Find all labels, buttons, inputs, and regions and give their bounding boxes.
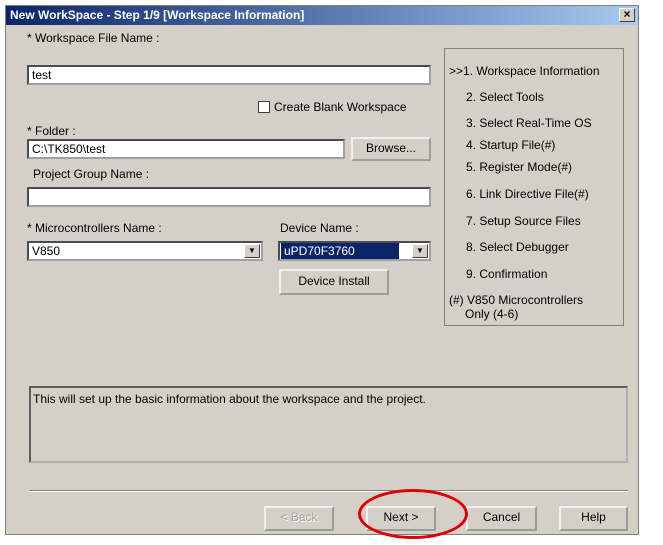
step-item: 4. Startup File(#): [466, 138, 556, 152]
folder-input[interactable]: C:\TK850\test: [27, 139, 345, 159]
chevron-down-icon[interactable]: ▼: [244, 244, 260, 258]
microcontrollers-name-select[interactable]: V850 ▼: [27, 241, 263, 261]
step-item: 5. Register Mode(#): [466, 160, 573, 174]
description-box: This will set up the basic information a…: [29, 386, 628, 463]
device-name-value: uPD70F3760: [281, 243, 399, 259]
cancel-button[interactable]: Cancel: [466, 506, 537, 531]
back-button[interactable]: < Back: [264, 506, 334, 531]
title-bar: New WorkSpace - Step 1/9 [Workspace Info…: [6, 6, 638, 25]
microcontrollers-name-label: * Microcontrollers Name :: [27, 221, 162, 235]
step-item: 3. Select Real-Time OS: [466, 116, 592, 130]
steps-panel: >>1. Workspace Information 2. Select Too…: [444, 48, 624, 326]
step-item: 8. Select Debugger: [466, 240, 569, 254]
workspace-file-name-label: * Workspace File Name :: [27, 31, 160, 45]
workspace-file-name-input[interactable]: test: [27, 65, 431, 85]
step-item: 7. Setup Source Files: [466, 214, 581, 228]
step-item: >>1. Workspace Information: [449, 64, 600, 78]
create-blank-workspace-checkbox[interactable]: [258, 101, 270, 113]
project-group-name-input[interactable]: [27, 187, 431, 207]
step-item: 2. Select Tools: [466, 90, 544, 104]
steps-note-line2: Only (4-6): [465, 307, 519, 321]
separator: [29, 490, 628, 492]
next-button[interactable]: Next >: [366, 506, 436, 531]
steps-note-line1: (#) V850 Microcontrollers: [449, 293, 584, 307]
step-item: 9. Confirmation: [466, 267, 548, 281]
step-item: 6. Link Directive File(#): [466, 187, 589, 201]
new-workspace-dialog: New WorkSpace - Step 1/9 [Workspace Info…: [5, 5, 639, 539]
browse-button[interactable]: Browse...: [351, 137, 431, 161]
folder-label: * Folder :: [27, 124, 76, 138]
chevron-down-icon[interactable]: ▼: [412, 244, 428, 258]
device-name-label: Device Name :: [280, 221, 359, 235]
microcontrollers-name-value: V850: [32, 244, 61, 258]
create-blank-workspace-label: Create Blank Workspace: [274, 100, 407, 114]
device-name-select[interactable]: uPD70F3760 ▼: [278, 241, 431, 261]
device-install-button[interactable]: Device Install: [279, 269, 389, 295]
project-group-name-label: Project Group Name :: [33, 167, 150, 181]
close-icon[interactable]: ×: [619, 8, 635, 22]
help-button[interactable]: Help: [559, 506, 628, 531]
description-text: This will set up the basic information a…: [33, 392, 426, 406]
window-title: New WorkSpace - Step 1/9 [Workspace Info…: [10, 8, 305, 22]
